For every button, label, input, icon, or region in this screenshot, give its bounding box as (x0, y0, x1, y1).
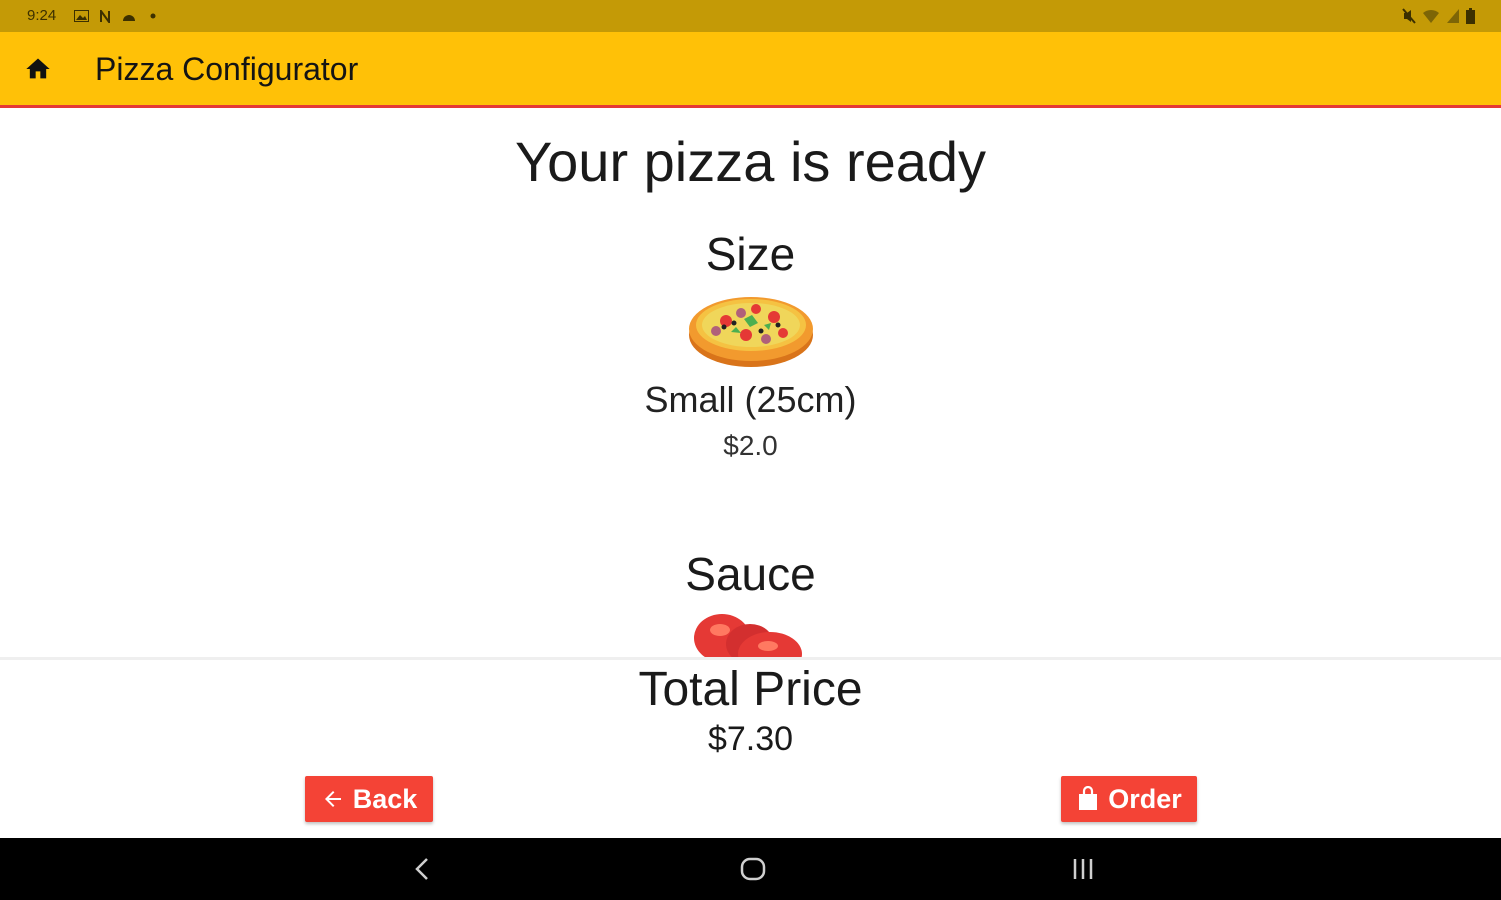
total-value: $7.30 (707, 720, 794, 758)
nav-recent-icon[interactable] (1067, 853, 1099, 885)
shopping-bag-icon (1079, 786, 1098, 810)
status-bar: 9:24 (0, 0, 1501, 32)
back-button[interactable]: Back (305, 776, 433, 822)
pizza-icon (689, 297, 813, 367)
arrow-back-icon (324, 791, 341, 807)
order-button-label: Order (1108, 783, 1182, 814)
image-icon (74, 10, 89, 22)
n-icon (100, 10, 110, 23)
navigation-bar (0, 838, 1501, 900)
order-button[interactable]: Order (1061, 776, 1197, 822)
status-time: 9:24 (27, 7, 57, 24)
size-price: $2.0 (723, 430, 778, 461)
app-title: Pizza Configurator (95, 51, 359, 87)
android-icon (123, 15, 135, 21)
nav-home-icon[interactable] (737, 853, 769, 885)
dot-icon (150, 13, 156, 19)
page-heading: Your pizza is ready (514, 130, 987, 193)
back-button-label: Back (352, 783, 418, 814)
mute-icon (1402, 8, 1416, 24)
signal-icon (1447, 9, 1459, 23)
total-label: Total Price (638, 663, 863, 716)
pizza-summary[interactable]: Your pizza is ready Size Small (25cm) $2… (0, 111, 1501, 657)
home-icon[interactable] (24, 55, 52, 83)
size-value: Small (25cm) (644, 379, 857, 420)
nav-back-icon[interactable] (407, 853, 439, 885)
battery-icon (1466, 8, 1475, 24)
total-panel: Total Price $7.30 Back Order (0, 660, 1501, 838)
size-title: Size (705, 228, 796, 280)
sauce-title: Sauce (685, 548, 816, 600)
app-bar: Pizza Configurator (0, 32, 1501, 108)
tomato-icon (694, 614, 802, 657)
wifi-icon (1423, 9, 1439, 23)
